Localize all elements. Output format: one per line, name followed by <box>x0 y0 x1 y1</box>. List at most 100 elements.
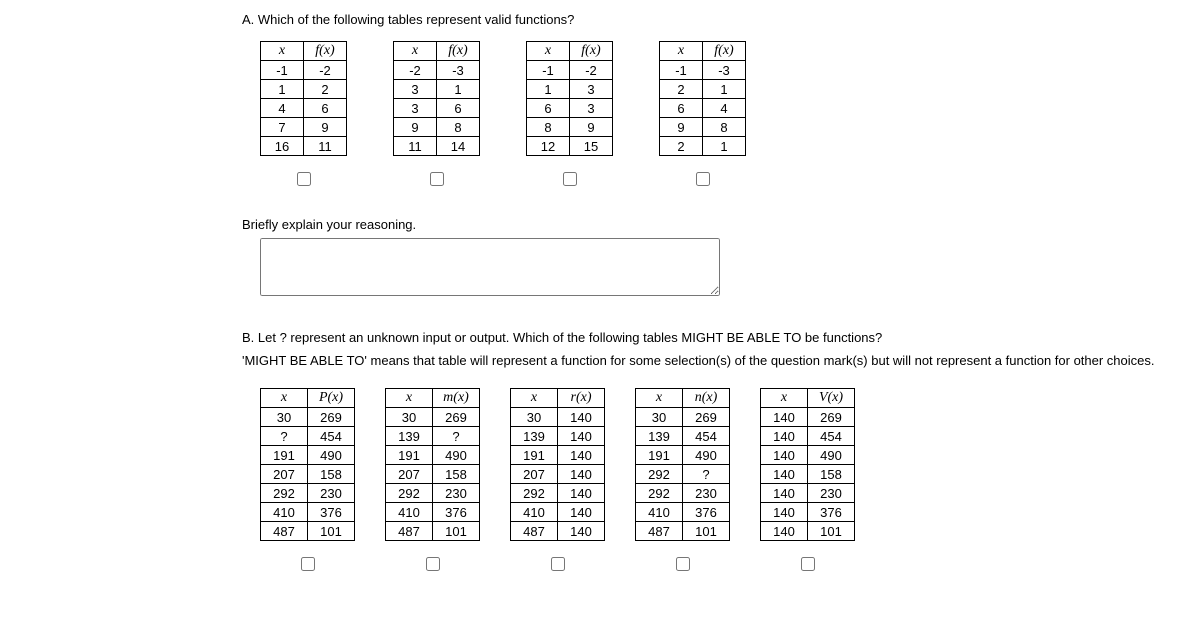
cell: -2 <box>570 61 613 80</box>
table-row: 140490 <box>761 446 855 465</box>
partB-checkbox-1[interactable] <box>426 557 440 571</box>
cell: 1 <box>703 137 746 156</box>
function-table: xr(x)30140139140191140207140292140410140… <box>510 388 605 541</box>
partA-checkbox-1[interactable] <box>430 172 444 186</box>
partB-checkbox-4[interactable] <box>801 557 815 571</box>
table-row: 30140 <box>511 408 605 427</box>
cell: 30 <box>386 408 433 427</box>
cell: 292 <box>261 484 308 503</box>
table-row: -2-3 <box>394 61 480 80</box>
cell: 101 <box>683 522 730 541</box>
cell: 9 <box>660 118 703 137</box>
table-row: 191490 <box>261 446 355 465</box>
cell: 269 <box>683 408 730 427</box>
cell: 11 <box>394 137 437 156</box>
cell: -3 <box>437 61 480 80</box>
partB-checkbox-0[interactable] <box>301 557 315 571</box>
cell: ? <box>433 427 480 446</box>
table-row: 89 <box>527 118 613 137</box>
table-row: 410376 <box>636 503 730 522</box>
function-table: xf(x)-1-321649821 <box>659 41 746 156</box>
function-table: xf(x)-1-21246791611 <box>260 41 347 156</box>
cell: 490 <box>683 446 730 465</box>
cell: 292 <box>386 484 433 503</box>
col-header-fx: m(x) <box>433 389 480 408</box>
cell: 191 <box>261 446 308 465</box>
cell: 191 <box>511 446 558 465</box>
col-header-fx: P(x) <box>308 389 355 408</box>
table-row: 292230 <box>386 484 480 503</box>
cell: 454 <box>308 427 355 446</box>
partA-checkbox-0[interactable] <box>297 172 311 186</box>
col-header-x: x <box>511 389 558 408</box>
table-row: -1-3 <box>660 61 746 80</box>
cell: -3 <box>703 61 746 80</box>
cell: 230 <box>308 484 355 503</box>
cell: 139 <box>386 427 433 446</box>
cell: 3 <box>570 99 613 118</box>
col-header-x: x <box>261 389 308 408</box>
explain-label: Briefly explain your reasoning. <box>242 217 1200 232</box>
partB-table-3: xn(x)30269139454191490292?29223041037648… <box>635 388 730 574</box>
table-row: 292230 <box>636 484 730 503</box>
table-row: 140230 <box>761 484 855 503</box>
partB-prompt: B. Let ? represent an unknown input or o… <box>242 330 1200 345</box>
table-row: 410376 <box>386 503 480 522</box>
cell: 6 <box>660 99 703 118</box>
partB-checkbox-2[interactable] <box>551 557 565 571</box>
col-header-fx: f(x) <box>437 42 480 61</box>
partB-checkbox-3[interactable] <box>676 557 690 571</box>
cell: 140 <box>761 446 808 465</box>
cell: 8 <box>527 118 570 137</box>
table-row: 207158 <box>261 465 355 484</box>
cell: 230 <box>683 484 730 503</box>
cell: 207 <box>386 465 433 484</box>
col-header-x: x <box>660 42 703 61</box>
cell: 158 <box>433 465 480 484</box>
partB-table-2: xr(x)30140139140191140207140292140410140… <box>510 388 605 574</box>
cell: 410 <box>511 503 558 522</box>
partA-checkbox-2[interactable] <box>563 172 577 186</box>
table-row: 13 <box>527 80 613 99</box>
cell: 490 <box>433 446 480 465</box>
cell: ? <box>683 465 730 484</box>
cell: 9 <box>570 118 613 137</box>
col-header-x: x <box>636 389 683 408</box>
cell: 1 <box>437 80 480 99</box>
reasoning-input[interactable] <box>260 238 720 296</box>
table-row: -1-2 <box>527 61 613 80</box>
cell: 15 <box>570 137 613 156</box>
table-row: 487101 <box>261 522 355 541</box>
col-header-x: x <box>761 389 808 408</box>
cell: 2 <box>304 80 347 99</box>
table-row: 487101 <box>636 522 730 541</box>
table-row: 410140 <box>511 503 605 522</box>
table-row: 79 <box>261 118 347 137</box>
partA-prompt: A. Which of the following tables represe… <box>242 12 1200 27</box>
cell: 487 <box>511 522 558 541</box>
partB-clarify: 'MIGHT BE ABLE TO' means that table will… <box>242 353 1200 368</box>
cell: 8 <box>703 118 746 137</box>
cell: 140 <box>558 408 605 427</box>
cell: 11 <box>304 137 347 156</box>
table-row: 64 <box>660 99 746 118</box>
partA-table-2: xf(x)-1-21363891215 <box>526 41 613 189</box>
table-row: 46 <box>261 99 347 118</box>
cell: -1 <box>660 61 703 80</box>
cell: 269 <box>808 408 855 427</box>
cell: 101 <box>433 522 480 541</box>
cell: 410 <box>636 503 683 522</box>
table-row: 21 <box>660 80 746 99</box>
cell: -2 <box>394 61 437 80</box>
table-row: 292? <box>636 465 730 484</box>
cell: 207 <box>261 465 308 484</box>
cell: 2 <box>660 80 703 99</box>
table-row: ?454 <box>261 427 355 446</box>
cell: -2 <box>304 61 347 80</box>
cell: 3 <box>394 80 437 99</box>
table-row: 98 <box>660 118 746 137</box>
cell: 140 <box>761 484 808 503</box>
cell: 376 <box>433 503 480 522</box>
partA-checkbox-3[interactable] <box>696 172 710 186</box>
table-row: 140101 <box>761 522 855 541</box>
